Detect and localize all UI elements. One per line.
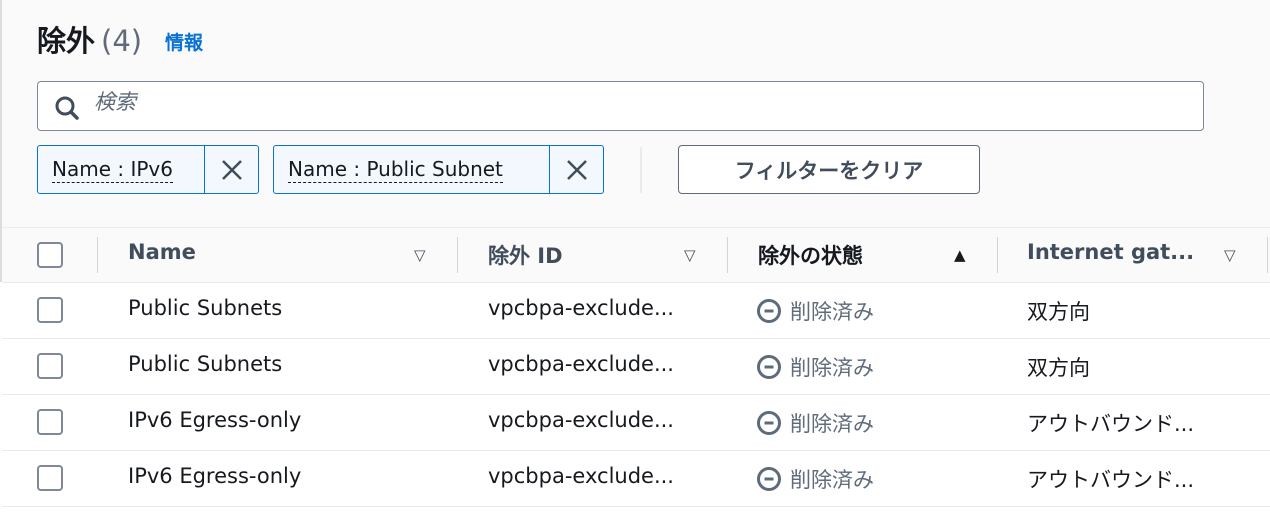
row-checkbox[interactable] xyxy=(37,353,63,379)
select-all-checkbox[interactable] xyxy=(37,242,63,268)
status-text: 削除済み xyxy=(790,300,874,324)
status-text: 削除済み xyxy=(790,356,874,380)
clear-filters-button[interactable]: フィルターをクリア xyxy=(678,145,980,194)
column-header-internet-gateway[interactable]: Internet gat... xyxy=(1027,240,1194,264)
cell-exclusion-id[interactable]: vpcbpa-exclude... xyxy=(488,352,674,376)
status-text: 削除済み xyxy=(790,468,874,492)
divider xyxy=(2,450,1270,451)
cell-internet-gateway: アウトバウンド... xyxy=(1027,412,1195,436)
sort-icon[interactable]: ▽ xyxy=(414,246,426,264)
item-count: (4) xyxy=(101,24,143,58)
divider xyxy=(640,147,642,193)
status-removed-icon xyxy=(757,299,781,323)
column-divider xyxy=(97,237,98,273)
column-divider[interactable] xyxy=(997,237,998,273)
divider xyxy=(2,394,1270,395)
cell-exclusion-id[interactable]: vpcbpa-exclude... xyxy=(488,408,674,432)
column-header-exclusion-id[interactable]: 除外 ID xyxy=(488,240,563,270)
row-checkbox[interactable] xyxy=(37,465,63,491)
cell-status: 削除済み xyxy=(756,352,874,382)
cell-internet-gateway: アウトバウンド... xyxy=(1027,468,1195,492)
search-icon xyxy=(55,96,79,120)
column-header-status[interactable]: 除外の状態 xyxy=(758,240,863,270)
cell-status: 削除済み xyxy=(756,296,874,326)
search-input[interactable] xyxy=(94,90,1094,114)
status-text: 削除済み xyxy=(790,412,874,436)
remove-filter-button[interactable] xyxy=(549,146,603,193)
search-field[interactable] xyxy=(37,81,1204,131)
cell-exclusion-id[interactable]: vpcbpa-exclude... xyxy=(488,464,674,488)
cell-status: 削除済み xyxy=(756,408,874,438)
status-removed-icon xyxy=(757,467,781,491)
cell-name: IPv6 Egress-only xyxy=(128,408,302,432)
cell-exclusion-id[interactable]: vpcbpa-exclude... xyxy=(488,296,674,320)
column-header-name[interactable]: Name xyxy=(128,240,196,264)
page-title: 除外 (4) xyxy=(37,18,142,60)
close-icon xyxy=(221,159,242,180)
status-removed-icon xyxy=(757,411,781,435)
info-link[interactable]: 情報 xyxy=(165,28,203,55)
row-checkbox[interactable] xyxy=(37,297,63,323)
cell-name: Public Subnets xyxy=(128,352,283,376)
title-text: 除外 xyxy=(37,24,96,58)
divider xyxy=(2,338,1270,339)
row-checkbox[interactable] xyxy=(37,409,63,435)
filter-token: Name : IPv6 xyxy=(37,145,259,194)
divider xyxy=(2,506,1270,507)
cell-internet-gateway: 双方向 xyxy=(1027,356,1090,380)
filter-token: Name : Public Subnet xyxy=(273,145,604,194)
status-removed-icon xyxy=(757,355,781,379)
cell-name: IPv6 Egress-only xyxy=(128,464,302,488)
cell-status: 削除済み xyxy=(756,464,874,494)
filter-token-label[interactable]: Name : IPv6 xyxy=(52,156,173,183)
cell-internet-gateway: 双方向 xyxy=(1027,300,1090,324)
column-divider[interactable] xyxy=(727,237,728,273)
column-divider[interactable] xyxy=(1267,237,1268,273)
column-divider[interactable] xyxy=(457,237,458,273)
close-icon xyxy=(566,159,587,180)
sort-icon[interactable]: ▽ xyxy=(684,246,696,264)
divider xyxy=(2,227,1270,228)
cell-name: Public Subnets xyxy=(128,296,283,320)
sort-icon[interactable]: ▽ xyxy=(1224,246,1236,264)
divider xyxy=(2,282,1270,283)
filter-token-label[interactable]: Name : Public Subnet xyxy=(288,156,503,183)
sort-ascending-icon[interactable]: ▲ xyxy=(954,246,966,264)
remove-filter-button[interactable] xyxy=(204,146,258,193)
